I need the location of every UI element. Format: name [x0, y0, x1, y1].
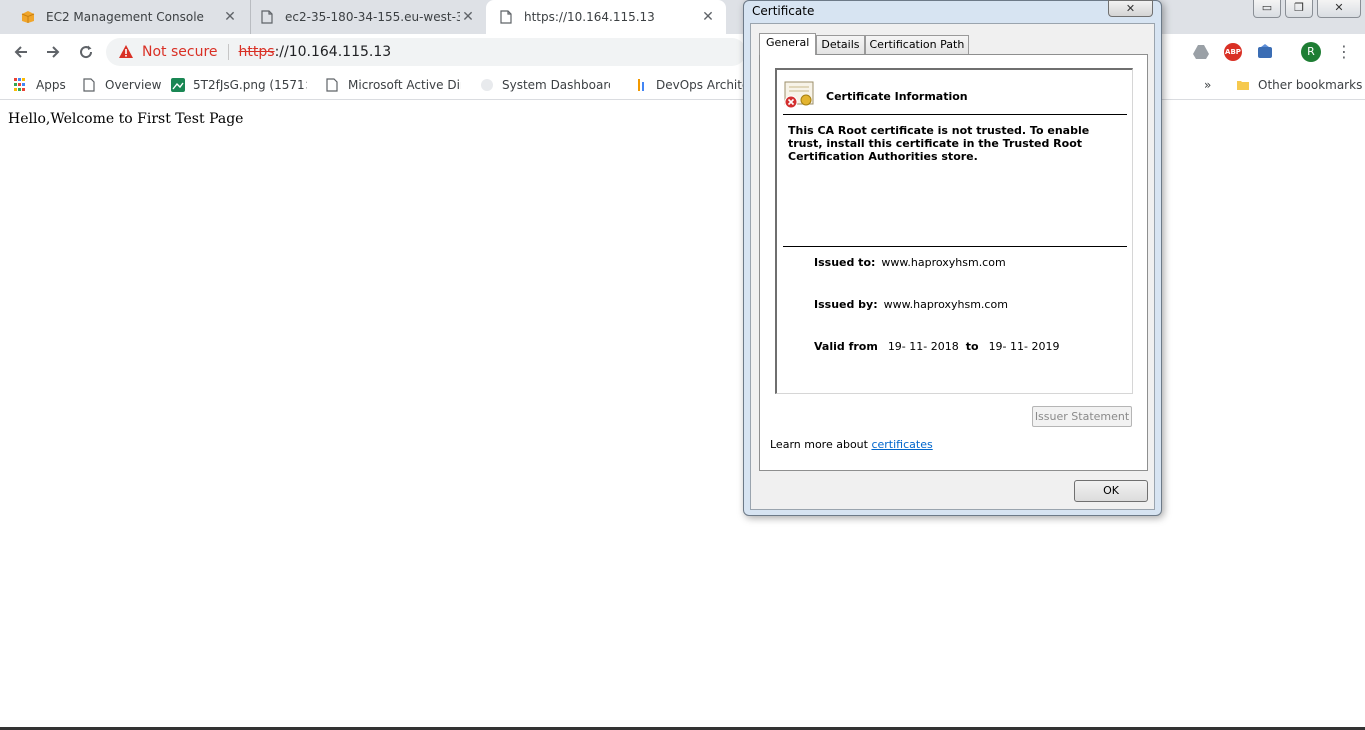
separator [227, 44, 229, 60]
folder-icon [1236, 78, 1250, 92]
window-close-button[interactable]: ✕ [1317, 0, 1361, 18]
bookmark-system-dashboard[interactable]: System Dashboard - [480, 77, 610, 93]
issued-by-value: www.haproxyhsm.com [883, 298, 1008, 311]
valid-from-value: 19- 11- 2018 [887, 340, 959, 353]
window-controls: ▭ ❐ ✕ [1253, 0, 1365, 20]
tab-general[interactable]: General [759, 33, 817, 55]
bookmark-overview[interactable]: Overview [83, 77, 162, 93]
close-icon: ✕ [1125, 2, 1136, 15]
extension-icon[interactable] [1256, 43, 1274, 61]
restore-button[interactable]: ❐ [1285, 0, 1313, 18]
tab-label: ec2-35-180-34-155.eu-west-3.co [285, 10, 460, 24]
bookmark-label: Apps [36, 78, 66, 92]
trust-warning-text: This CA Root certificate is not trusted.… [788, 124, 1090, 163]
dashboard-icon [480, 78, 494, 92]
dialog-body: General Details Certification Path Certi… [750, 23, 1155, 510]
ok-button[interactable]: OK [1074, 480, 1148, 502]
address-bar[interactable]: Not secure https://10.164.115.13 [106, 38, 746, 66]
certificate-error-icon [783, 80, 815, 110]
validity-row: Valid from 19- 11- 2018 to 19- 11- 2019 [814, 340, 1059, 353]
issued-to-value: www.haproxyhsm.com [881, 256, 1006, 269]
not-secure-label[interactable]: Not secure [142, 44, 218, 60]
warning-triangle-icon [118, 44, 134, 60]
bookmark-active-directory[interactable]: Microsoft Active Dire [326, 77, 461, 93]
forward-arrow-icon[interactable] [41, 40, 65, 64]
tab-details[interactable]: Details [816, 35, 865, 55]
bookmark-label: Microsoft Active Dire [348, 78, 461, 92]
reload-icon[interactable] [74, 40, 98, 64]
document-icon [259, 9, 275, 25]
certificates-link[interactable]: certificates [871, 438, 932, 451]
bookmark-label: Overview [105, 78, 162, 92]
back-arrow-icon[interactable] [9, 40, 33, 64]
general-tab-panel: Certificate Information This CA Root cer… [759, 54, 1148, 471]
apps-grid-icon [14, 78, 28, 92]
bookmark-devops[interactable]: DevOps Architect [634, 77, 744, 93]
close-icon[interactable]: ✕ [222, 9, 238, 25]
adblock-icon[interactable]: ABP [1224, 43, 1242, 61]
issued-to-label: Issued to: [814, 256, 876, 269]
profile-avatar[interactable]: R [1301, 42, 1321, 62]
document-icon [326, 78, 340, 92]
tab-active-ip[interactable]: https://10.164.115.13 ✕ [486, 0, 726, 34]
valid-to-value: 19- 11- 2019 [988, 340, 1060, 353]
issued-by-row: Issued by: www.haproxyhsm.com [814, 298, 1008, 311]
bookmark-label: System Dashboard - [502, 78, 610, 92]
document-icon [83, 78, 97, 92]
learn-more-text: Learn more about certificates [770, 438, 933, 451]
tab-ec2-host[interactable]: ec2-35-180-34-155.eu-west-3.co ✕ [250, 0, 484, 34]
minimize-button[interactable]: ▭ [1253, 0, 1281, 18]
dialog-close-button[interactable]: ✕ [1108, 0, 1153, 17]
bars-icon [634, 78, 648, 92]
box-icon [20, 9, 36, 25]
dialog-title: Certificate [752, 4, 815, 18]
certificate-dialog: Certificate ✕ General Details Certificat… [743, 0, 1162, 516]
valid-from-label: Valid from [814, 340, 878, 353]
bookmark-image[interactable]: 5T2fJsG.png (1571×1 [171, 77, 307, 93]
close-icon[interactable]: ✕ [700, 9, 716, 25]
issued-by-label: Issued by: [814, 298, 878, 311]
valid-to-label: to [965, 340, 979, 353]
bookmark-label: 5T2fJsG.png (1571×1 [193, 78, 307, 92]
drive-icon[interactable] [1192, 43, 1210, 61]
learn-more-prefix: Learn more about [770, 438, 872, 451]
tab-label: EC2 Management Console [46, 10, 204, 24]
certificate-info-box: Certificate Information This CA Root cer… [775, 68, 1133, 394]
tab-label: https://10.164.115.13 [524, 10, 655, 24]
page-body-text: Hello,Welcome to First Test Page [8, 111, 244, 127]
dialog-tabs: General Details Certification Path [759, 33, 970, 55]
bookmark-label: Other bookmarks [1258, 78, 1363, 92]
divider [783, 246, 1127, 247]
certificate-heading: Certificate Information [826, 90, 968, 103]
issued-to-row: Issued to: www.haproxyhsm.com [814, 256, 1006, 269]
image-icon [171, 78, 185, 92]
bookmark-label: DevOps Architect [656, 78, 744, 92]
close-icon[interactable]: ✕ [460, 9, 476, 25]
bookmark-other[interactable]: Other bookmarks [1236, 77, 1362, 93]
tab-certification-path[interactable]: Certification Path [864, 35, 970, 55]
bookmarks-overflow[interactable]: » [1204, 77, 1211, 93]
browser-window: EC2 Management Console ✕ ec2-35-180-34-1… [0, 0, 1365, 730]
bookmark-apps[interactable]: Apps [14, 77, 66, 93]
issuer-statement-button[interactable]: Issuer Statement [1032, 406, 1132, 427]
menu-dots-icon[interactable]: ⋮ [1336, 40, 1352, 64]
divider [783, 114, 1127, 115]
url-scheme: https [238, 44, 275, 60]
document-icon [498, 9, 514, 25]
tab-ec2-console[interactable]: EC2 Management Console ✕ [10, 0, 248, 34]
url-host: ://10.164.115.13 [274, 44, 392, 60]
